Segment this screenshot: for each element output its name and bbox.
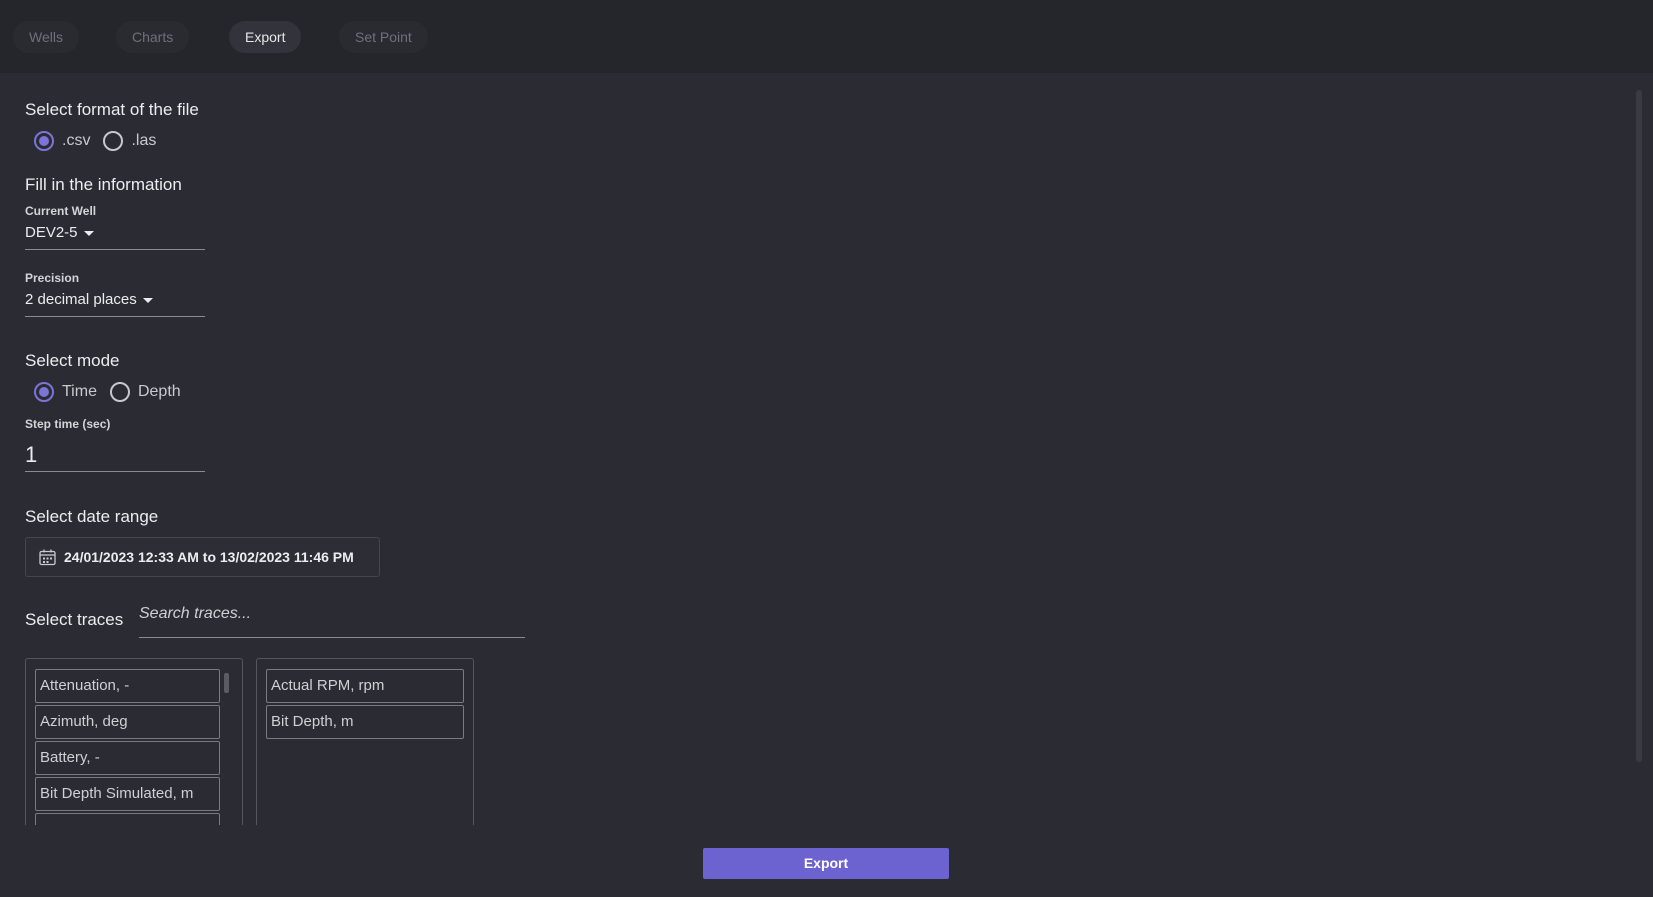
mode-radio-group: Time Depth xyxy=(34,382,194,402)
precision-value: 2 decimal places xyxy=(25,291,137,308)
tab-charts[interactable]: Charts xyxy=(116,21,190,53)
depth-radio[interactable] xyxy=(109,382,130,402)
current-well-select[interactable]: DEV2-5 xyxy=(25,224,205,250)
list-item[interactable]: Bit Depth, m xyxy=(266,705,464,739)
list-item[interactable]: Battery, - xyxy=(35,741,220,775)
format-radio-group: .csv .las xyxy=(34,131,169,151)
current-well-value: DEV2-5 xyxy=(25,224,78,241)
csv-radio-label[interactable]: .csv xyxy=(62,132,90,150)
precision-select[interactable]: 2 decimal places xyxy=(25,291,205,317)
export-button[interactable]: Export xyxy=(703,848,949,879)
list-item[interactable]: Actual RPM, rpm xyxy=(266,669,464,703)
page-scrollbar[interactable] xyxy=(1636,90,1642,762)
chevron-down-icon xyxy=(142,297,153,303)
available-traces-list[interactable]: Attenuation, - Azimuth, deg Battery, - B… xyxy=(25,658,243,828)
step-time-label: Step time (sec) xyxy=(25,417,111,431)
csv-radio[interactable] xyxy=(34,131,54,151)
tab-wells[interactable]: Wells xyxy=(13,21,79,53)
tab-export[interactable]: Export xyxy=(229,21,302,53)
las-radio-label[interactable]: .las xyxy=(131,132,156,150)
date-range-section-title: Select date range xyxy=(25,507,159,526)
list-scrollbar[interactable] xyxy=(224,673,229,693)
selected-traces-list[interactable]: Actual RPM, rpm Bit Depth, m xyxy=(256,658,474,828)
chevron-down-icon xyxy=(83,230,94,236)
date-range-picker[interactable]: 24/01/2023 12:33 AM to 13/02/2023 11:46 … xyxy=(25,537,380,577)
info-section-title: Fill in the information xyxy=(25,175,182,194)
list-item[interactable]: Azimuth, deg xyxy=(35,705,220,739)
current-well-label: Current Well xyxy=(25,204,97,218)
list-item[interactable]: Bit Depth Simulated, m xyxy=(35,777,220,811)
depth-radio-label[interactable]: Depth xyxy=(138,383,181,401)
calendar-icon xyxy=(39,549,56,565)
format-section-title: Select format of the file xyxy=(25,100,199,119)
time-radio-label[interactable]: Time xyxy=(62,383,97,401)
trace-search-input[interactable]: Search traces... xyxy=(139,605,525,638)
date-range-value: 24/01/2023 12:33 AM to 13/02/2023 11:46 … xyxy=(64,549,354,565)
tab-set-point[interactable]: Set Point xyxy=(339,21,428,53)
top-nav-bar: Wells Charts Export Set Point xyxy=(0,0,1653,73)
las-radio[interactable] xyxy=(103,131,124,151)
precision-label: Precision xyxy=(25,271,80,285)
list-item[interactable]: Attenuation, - xyxy=(35,669,220,703)
traces-section-title: Select traces xyxy=(25,610,124,629)
mode-section-title: Select mode xyxy=(25,351,120,370)
step-time-input[interactable]: 1 xyxy=(25,442,205,472)
time-radio[interactable] xyxy=(34,382,54,402)
